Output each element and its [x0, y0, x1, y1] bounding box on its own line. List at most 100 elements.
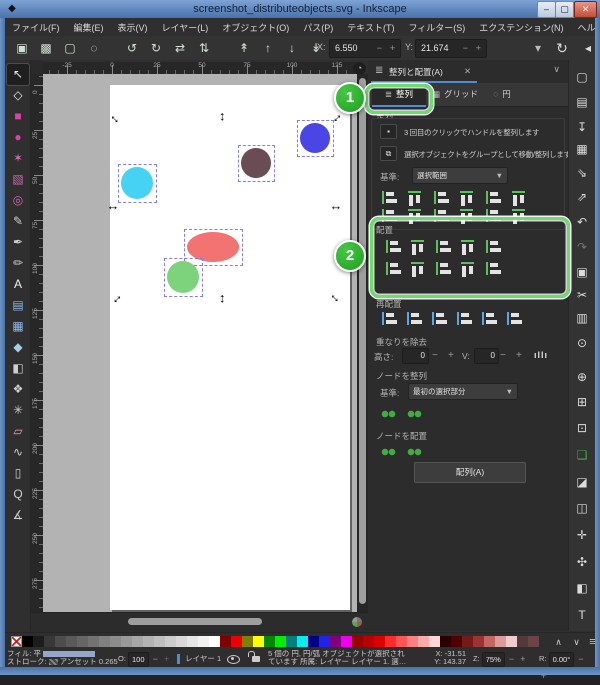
- randomize-positions[interactable]: [480, 311, 497, 326]
- export-button[interactable]: ⇗: [572, 187, 592, 207]
- panel-dropdown-icon[interactable]: ∨: [553, 64, 560, 75]
- paste-button[interactable]: ▥: [572, 308, 592, 328]
- palette-swatch[interactable]: [132, 636, 143, 647]
- palette-swatch[interactable]: [22, 636, 33, 647]
- palette-swatch[interactable]: [506, 636, 517, 647]
- palette-swatch[interactable]: [385, 636, 396, 647]
- fill-stroke-dialog-button[interactable]: ◧: [572, 578, 592, 598]
- menu-item-7[interactable]: フィルター(S): [401, 19, 472, 37]
- lower-button[interactable]: ↓: [283, 39, 301, 57]
- palette-swatch[interactable]: [462, 636, 473, 647]
- menu-item-3[interactable]: レイヤー(L): [155, 19, 216, 37]
- select-all-button[interactable]: ▣: [13, 39, 31, 57]
- palette-swatch[interactable]: [495, 636, 506, 647]
- rotate-cw-button[interactable]: ↻: [147, 39, 165, 57]
- palette-swatch[interactable]: [220, 636, 231, 647]
- palette-swatch[interactable]: [55, 636, 66, 647]
- move-as-group-toggle[interactable]: ⧉: [380, 146, 397, 161]
- menu-item-0[interactable]: ファイル(F): [5, 19, 67, 37]
- palette-swatch[interactable]: [528, 636, 539, 647]
- zoom-to-selection-button[interactable]: ⊙: [572, 333, 592, 353]
- eraser-tool[interactable]: ▱: [7, 421, 29, 442]
- import-button[interactable]: ⇘: [572, 163, 592, 183]
- duplicate-button[interactable]: ❏: [572, 445, 592, 465]
- y-decrement[interactable]: −: [463, 40, 468, 57]
- exchange-stacking-order[interactable]: [430, 311, 447, 326]
- flip-vertical-button[interactable]: ⇅: [195, 39, 213, 57]
- selection-scale-handle[interactable]: ↔: [329, 199, 343, 213]
- rotation-field[interactable]: 0.00°: [549, 652, 575, 667]
- measure-tool[interactable]: ∡: [7, 505, 29, 526]
- node-tool[interactable]: ◇: [7, 85, 29, 106]
- palette-swatch[interactable]: [264, 636, 275, 647]
- zoom-to-drawing-button[interactable]: ⊕: [572, 367, 592, 387]
- copy-button[interactable]: ▣: [572, 262, 592, 282]
- ungroup-button[interactable]: ✣: [572, 552, 592, 572]
- rotation-decrement[interactable]: −: [576, 654, 585, 664]
- nodes-relative-dropdown[interactable]: 最初の選択部分 ▼: [408, 383, 518, 400]
- arrange-as-graph[interactable]: [380, 311, 397, 326]
- relative-to-dropdown[interactable]: 選択範囲 ▼: [412, 167, 508, 184]
- palette-swatch[interactable]: [451, 636, 462, 647]
- palette-swatch[interactable]: [473, 636, 484, 647]
- undo-button[interactable]: ↶: [572, 212, 592, 232]
- selection-bbox-button[interactable]: ◌: [85, 39, 103, 57]
- palette-swatch[interactable]: [330, 636, 341, 647]
- layer-visibility-icon[interactable]: [227, 655, 240, 664]
- palette-swatch[interactable]: [231, 636, 242, 647]
- horizontal-scrollbar-thumb[interactable]: [128, 618, 262, 625]
- palette-swatch[interactable]: [517, 636, 528, 647]
- x-decrement[interactable]: −: [377, 40, 382, 57]
- selection-scale-handle[interactable]: ↔: [106, 199, 120, 213]
- palette-swatch[interactable]: [407, 636, 418, 647]
- palette-swatch[interactable]: [418, 636, 429, 647]
- exchange-clockwise-order[interactable]: [455, 311, 472, 326]
- layer-name[interactable]: レイヤー 1: [185, 654, 221, 663]
- zoom-field[interactable]: 75%: [482, 652, 505, 667]
- palette-swatch[interactable]: [33, 636, 44, 647]
- palette-swatch[interactable]: [143, 636, 154, 647]
- raise-to-top-button[interactable]: ↟: [235, 39, 253, 57]
- color-managed-mode-icon[interactable]: [352, 617, 362, 627]
- menu-item-6[interactable]: テキスト(T): [340, 19, 401, 37]
- spiral-tool[interactable]: ◎: [7, 190, 29, 211]
- flip-horizontal-button[interactable]: ⇄: [171, 39, 189, 57]
- palette-swatch[interactable]: [484, 636, 495, 647]
- paint-bucket-tool[interactable]: ◧: [7, 358, 29, 379]
- close-button[interactable]: ✕: [574, 1, 597, 18]
- maximize-button[interactable]: ▢: [555, 1, 574, 18]
- menu-item-1[interactable]: 編集(E): [67, 19, 111, 37]
- arrange-button[interactable]: 配列(A): [414, 462, 526, 483]
- palette-swatch[interactable]: [44, 636, 55, 647]
- zoom-frame-button[interactable]: ⊡: [572, 418, 592, 438]
- v-gap-decrement[interactable]: −: [500, 348, 506, 363]
- new-document-button[interactable]: ▢: [572, 67, 592, 87]
- menu-item-2[interactable]: 表示(V): [111, 19, 155, 37]
- star-tool[interactable]: ✶: [7, 148, 29, 169]
- selection-scale-handle[interactable]: ↔: [217, 110, 231, 124]
- palette-scroll-down-icon[interactable]: ∨: [569, 635, 584, 649]
- ruler-corner-lock-icon[interactable]: [31, 60, 43, 74]
- bezier-tool[interactable]: ✒: [7, 232, 29, 253]
- tweak-tool[interactable]: ❖: [7, 379, 29, 400]
- align-nodes-horizontal[interactable]: [380, 406, 397, 421]
- cyan-circle[interactable]: [121, 167, 153, 199]
- palette-swatch[interactable]: [176, 636, 187, 647]
- vertical-scrollbar-thumb[interactable]: [359, 78, 366, 604]
- canvas-viewport[interactable]: ↔↔↔↔↔↔↔↔: [43, 74, 357, 612]
- palette-swatch[interactable]: [209, 636, 220, 647]
- palette-swatch[interactable]: [297, 636, 308, 647]
- canvas-rotation-icon[interactable]: ↻: [553, 39, 571, 57]
- vertical-scrollbar[interactable]: [357, 74, 368, 612]
- align-nodes-vertical[interactable]: [406, 406, 423, 421]
- layer-lock-icon[interactable]: [252, 656, 260, 662]
- brown-circle[interactable]: [241, 148, 271, 178]
- align-right-edges[interactable]: [459, 189, 474, 206]
- create-clone-button[interactable]: ◪: [572, 472, 592, 492]
- selector-tool[interactable]: ↖: [7, 64, 29, 85]
- x-increment[interactable]: +: [390, 40, 395, 57]
- select-all-layers-button[interactable]: ▩: [37, 39, 55, 57]
- opacity-field[interactable]: 100: [128, 652, 149, 667]
- palette-swatch[interactable]: [308, 636, 319, 647]
- text-tool[interactable]: A: [7, 274, 29, 295]
